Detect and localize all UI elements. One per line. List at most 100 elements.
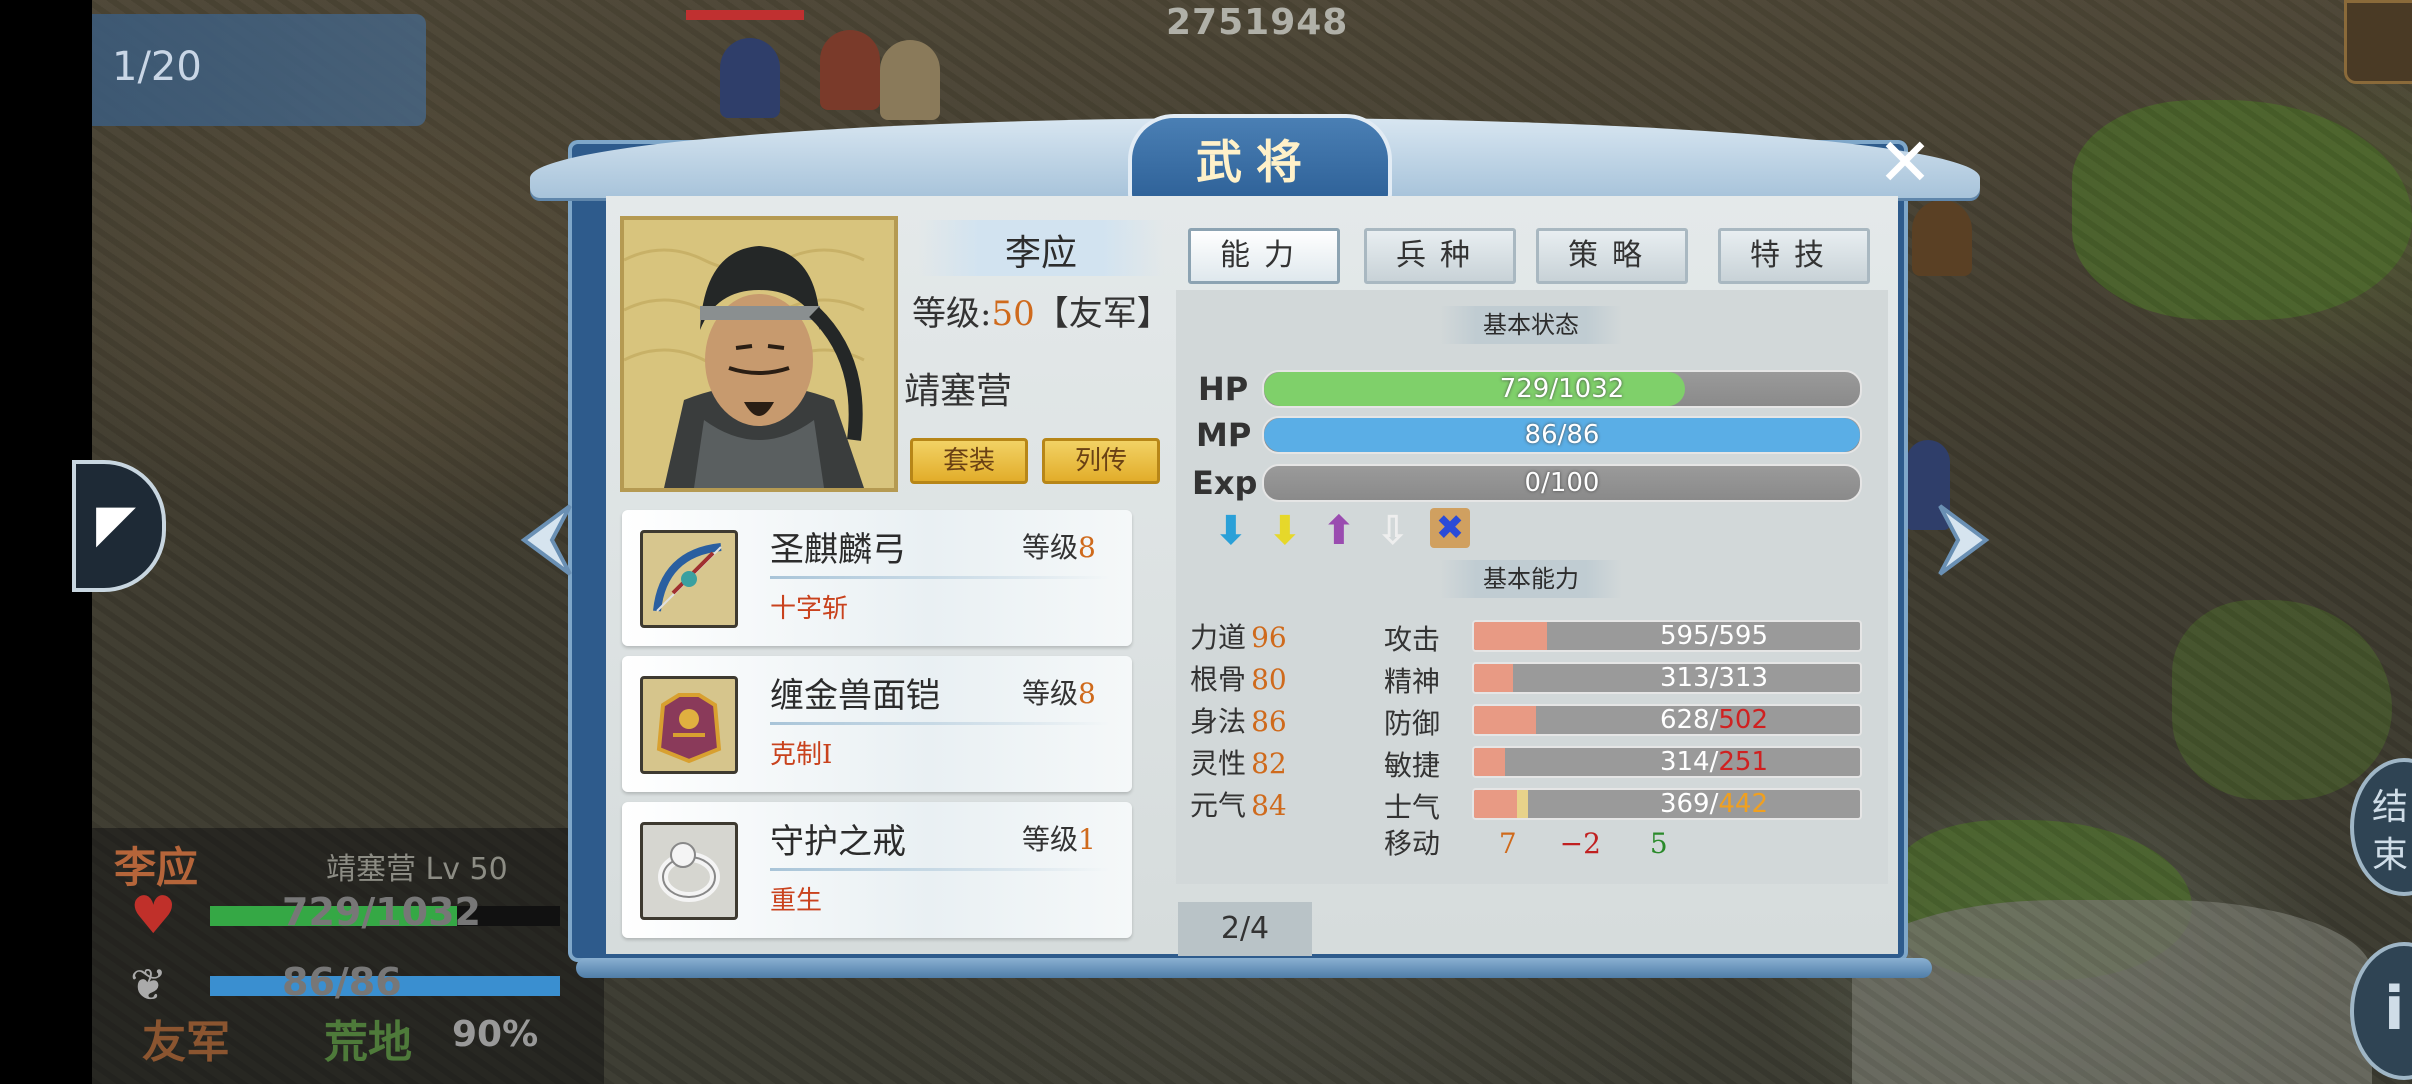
tab-strategy[interactable]: 策略 (1536, 228, 1688, 284)
stat-bar-morale: 369/442 (1472, 788, 1862, 820)
feather-icon: ❦ (130, 960, 167, 1011)
equipment-name: 守护之戒 (770, 822, 906, 862)
attribute-row: 力道 96 (1190, 621, 1287, 654)
close-icon: ✕ (1877, 124, 1933, 201)
defense-down-arrow-icon[interactable]: ⬇ (1268, 508, 1302, 554)
unit-terrain: 荒地 (324, 1017, 412, 1068)
stat-bar-fill (1474, 790, 1529, 818)
stat-bar-agility: 314/251 (1472, 746, 1862, 778)
spirit-up-arrow-icon[interactable]: ⬆ (1322, 508, 1356, 554)
faction-label: 【友军】 (1034, 294, 1171, 334)
stat-name: 攻击 (1384, 623, 1441, 656)
move-modifier: −2 (1559, 827, 1601, 860)
biography-button[interactable]: 列传 (1042, 438, 1160, 484)
close-button[interactable]: ✕ (1870, 128, 1940, 198)
terrain-bonus: 90% (452, 1014, 539, 1055)
stat-values: 369/442 (1659, 789, 1769, 819)
outfit-button[interactable]: 套装 (910, 438, 1028, 484)
tab-troops-label: 兵种 (1396, 238, 1484, 273)
stat-bar-fill (1474, 622, 1548, 650)
unit-army: 友军 (142, 1017, 230, 1068)
basic-status-title: 基本状态 (1440, 306, 1622, 344)
menu-button[interactable] (2344, 0, 2412, 84)
ring-icon (640, 822, 738, 920)
tab-troops[interactable]: 兵种 (1364, 228, 1516, 284)
equipment-name: 缠金兽面铠 (770, 676, 940, 716)
level-label: 等级: (912, 294, 992, 334)
stat-name: 防御 (1384, 707, 1441, 740)
hp-bar: 729/1032 (1262, 370, 1862, 408)
sealed-cross-icon[interactable]: ✖ (1430, 508, 1470, 548)
attribute-row: 灵性 82 (1190, 747, 1287, 780)
mp-label: MP (1196, 416, 1252, 454)
previous-general-arrow-icon[interactable] (516, 500, 576, 580)
armor-icon (640, 676, 738, 774)
unit-mp-text: 86/86 (282, 960, 402, 1004)
stat-name: 精神 (1384, 665, 1441, 698)
soldier-sprite[interactable] (880, 40, 940, 120)
general-portrait (620, 216, 898, 492)
end-turn-label: 结 束 (2372, 787, 2409, 876)
equipment-level: 等级8 (1022, 531, 1096, 564)
exp-label: Exp (1192, 464, 1258, 502)
stat-name: 士气 (1384, 791, 1441, 824)
stat-bar-attack: 595/595 (1472, 620, 1862, 652)
stat-bar-fill (1474, 664, 1513, 692)
turn-counter-panel: 1/20 (92, 14, 426, 126)
equipment-slot-armor[interactable]: 缠金兽面铠 等级8 克制Ⅰ (622, 656, 1132, 792)
equipment-name: 圣麒麟弓 (770, 530, 906, 570)
equipment-skill: 克制Ⅰ (770, 740, 833, 770)
info-icon: i (2384, 974, 2405, 1044)
equipment-level: 等级8 (1022, 677, 1096, 710)
grass-patch (1892, 820, 2192, 980)
general-name: 李应 (1004, 233, 1077, 274)
attack-down-arrow-icon[interactable]: ⬇ (1214, 508, 1248, 554)
turn-counter: 1/20 (112, 44, 202, 90)
move-label: 移动 (1384, 827, 1441, 860)
tab-strategy-label: 策略 (1568, 238, 1656, 273)
stat-values: 313/313 (1659, 663, 1769, 693)
biography-button-label: 列传 (1074, 446, 1127, 476)
next-general-arrow-icon[interactable] (1934, 500, 1994, 580)
unit-info-panel: 李应 靖塞营 Lv 50 ♥ 729/1032 ❦ 86/86 友军 荒地 90… (92, 828, 604, 1084)
tab-skills[interactable]: 特技 (1718, 228, 1870, 284)
outfit-button-label: 套装 (942, 446, 995, 476)
grass-patch (2072, 100, 2412, 320)
soldier-sprite[interactable] (1912, 200, 1972, 276)
portrait-image (624, 220, 894, 488)
general-level-line: 等级:50【友军】 (912, 286, 1171, 335)
dialog-bottom-rail (576, 958, 1932, 978)
unit-hp-text: 729/1032 (282, 890, 481, 934)
stat-bar-fill (1474, 748, 1505, 776)
equipment-slot-accessory[interactable]: 守护之戒 等级1 重生 (622, 802, 1132, 938)
mp-bar: 86/86 (1262, 416, 1862, 454)
move-total: 5 (1649, 827, 1668, 860)
stat-bar-spirit: 313/313 (1472, 662, 1862, 694)
score-counter: 2751948 (1166, 2, 1349, 43)
toggle-icon: ◤ (96, 494, 136, 554)
dialog-title: 武将 (1196, 135, 1316, 189)
soldier-sprite[interactable] (820, 30, 880, 110)
divider (770, 722, 1110, 725)
mp-bar-text: 86/86 (1524, 420, 1600, 450)
exp-bar-text: 0/100 (1524, 468, 1600, 498)
stat-name: 敏捷 (1384, 749, 1441, 782)
equipment-skill: 十字斩 (770, 594, 849, 624)
stat-values: 314/251 (1659, 747, 1769, 777)
move-base: 7 (1498, 827, 1517, 860)
hp-bar-text: 729/1032 (1499, 374, 1625, 404)
enemy-hp-bar (686, 10, 804, 20)
agility-down-arrow-icon[interactable]: ⇩ (1376, 508, 1410, 554)
level-value: 50 (991, 294, 1035, 334)
tab-ability[interactable]: 能力 (1188, 228, 1340, 284)
attribute-row: 元气 84 (1190, 789, 1287, 822)
equipment-slot-weapon[interactable]: 圣麒麟弓 等级8 十字斩 (622, 510, 1132, 646)
rock-cliff (1852, 900, 2372, 1084)
tab-skills-label: 特技 (1750, 238, 1838, 273)
stat-bar-fill (1474, 706, 1536, 734)
soldier-sprite[interactable] (720, 38, 780, 118)
grass-patch (2172, 600, 2392, 800)
equipment-level: 等级1 (1022, 823, 1096, 856)
unit-troop-level: 靖塞营 Lv 50 (326, 852, 508, 887)
basic-ability-title: 基本能力 (1440, 560, 1622, 598)
